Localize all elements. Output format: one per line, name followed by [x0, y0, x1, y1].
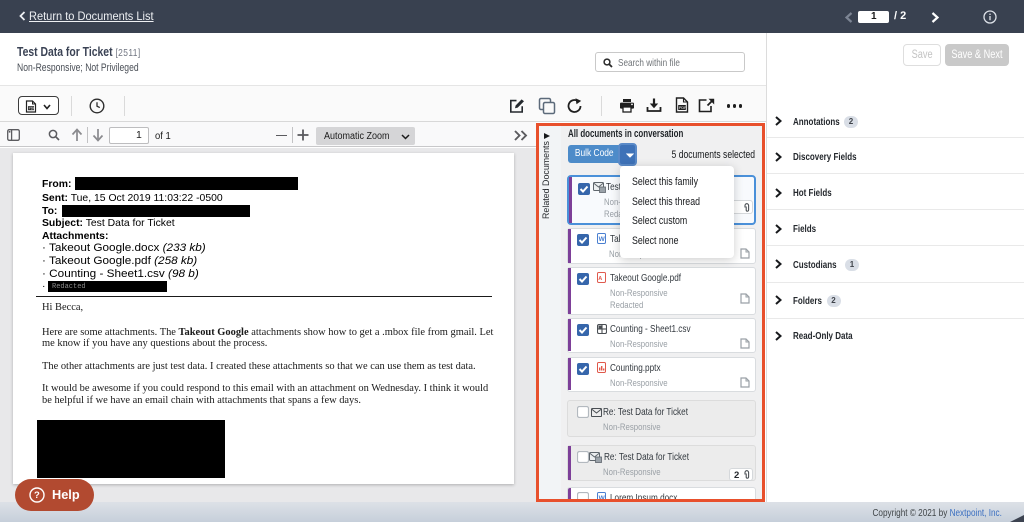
svg-text:?: ? [34, 490, 40, 501]
svg-text:W: W [599, 236, 606, 243]
svg-text:W: W [599, 495, 606, 499]
svg-text:PDF: PDF [29, 106, 35, 110]
svg-text:PDF: PDF [679, 106, 687, 110]
svg-text:A: A [598, 276, 602, 282]
